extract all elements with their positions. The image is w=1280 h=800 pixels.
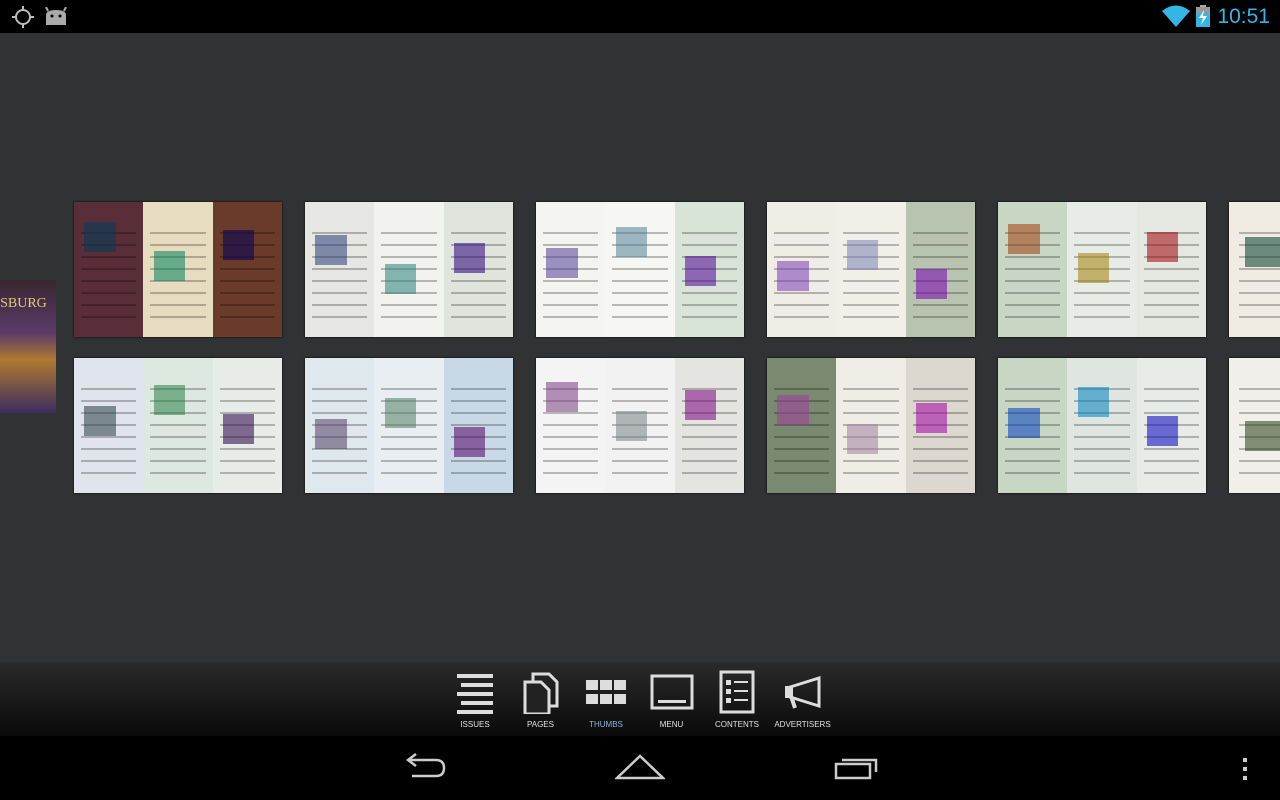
toolbar-label: ADVERTISERS (774, 720, 831, 729)
wifi-icon (1162, 5, 1190, 27)
page-image (536, 202, 606, 337)
page-image (305, 358, 375, 493)
recents-icon[interactable] (834, 752, 882, 782)
page-image (443, 202, 513, 337)
page-image (536, 358, 606, 493)
page-image (836, 202, 906, 337)
toolbar-label: MENU (659, 720, 684, 729)
page-image (836, 358, 906, 493)
bottom-toolbar: ISSUES PAGES THUMBS MENU CONTENTS ADVERTISERS (0, 662, 1280, 736)
page-image (998, 202, 1068, 337)
android-debug-icon (45, 7, 67, 25)
page-image (1067, 202, 1137, 337)
page-image (305, 202, 375, 337)
page-spread-thumbnail[interactable] (767, 358, 975, 493)
page-image (374, 202, 444, 337)
list-icon (457, 674, 493, 714)
page-spread-thumbnail[interactable] (998, 202, 1206, 337)
page-image (674, 202, 744, 337)
battery-charging-icon (1196, 5, 1210, 27)
page-spread-thumbnail[interactable] (74, 202, 282, 337)
toolbar-label: ISSUES (460, 720, 490, 729)
page-image (605, 358, 675, 493)
page-image (1067, 358, 1137, 493)
thumbnail-grid[interactable]: YSBURG (0, 33, 1280, 662)
page-image (443, 358, 513, 493)
cover-title: YSBURG (0, 296, 47, 311)
page-image (1136, 202, 1206, 337)
page-image (1229, 202, 1280, 337)
page-spread-thumbnail[interactable] (998, 358, 1206, 493)
menu-icon (650, 674, 693, 710)
page-spread-thumbnail[interactable] (767, 202, 975, 337)
toolbar-advertisers-button[interactable]: ADVERTISERS (763, 670, 843, 729)
back-icon[interactable] (400, 752, 448, 782)
page-image (905, 202, 975, 337)
page-image (212, 202, 282, 337)
home-icon[interactable] (615, 752, 665, 782)
page-image (374, 358, 444, 493)
clock: 10:51 (1217, 5, 1270, 28)
toolbar-label: PAGES (527, 720, 554, 729)
megaphone-icon (784, 675, 820, 709)
page-image (143, 358, 213, 493)
page-image (767, 202, 837, 337)
page-image (1229, 358, 1280, 493)
grid-icon (586, 680, 626, 704)
page-spread-thumbnail[interactable] (536, 202, 744, 337)
toolbar-label: THUMBS (589, 720, 623, 729)
page-image (74, 202, 144, 337)
navigation-bar (0, 736, 1280, 800)
status-bar: 10:51 (0, 0, 1280, 33)
page-image (674, 358, 744, 493)
page-spread-thumbnail[interactable] (1229, 202, 1280, 337)
toolbar-label: CONTENTS (715, 720, 759, 729)
page-spread-thumbnail[interactable] (305, 202, 513, 337)
pages-icon (523, 672, 558, 714)
page-image (143, 202, 213, 337)
page-spread-thumbnail[interactable] (74, 358, 282, 493)
page-image (905, 358, 975, 493)
page-spread-thumbnail[interactable] (1229, 358, 1280, 493)
contents-icon (719, 670, 755, 714)
issue-cover-thumbnail[interactable]: YSBURG (0, 280, 56, 413)
gps-icon (12, 6, 34, 28)
page-spread-thumbnail[interactable] (305, 358, 513, 493)
overflow-menu-icon[interactable] (1240, 756, 1250, 782)
page-image (767, 358, 837, 493)
page-spread-thumbnail[interactable] (536, 358, 744, 493)
page-image (74, 358, 144, 493)
page-image (998, 358, 1068, 493)
page-image (212, 358, 282, 493)
page-image (605, 202, 675, 337)
page-image (1136, 358, 1206, 493)
